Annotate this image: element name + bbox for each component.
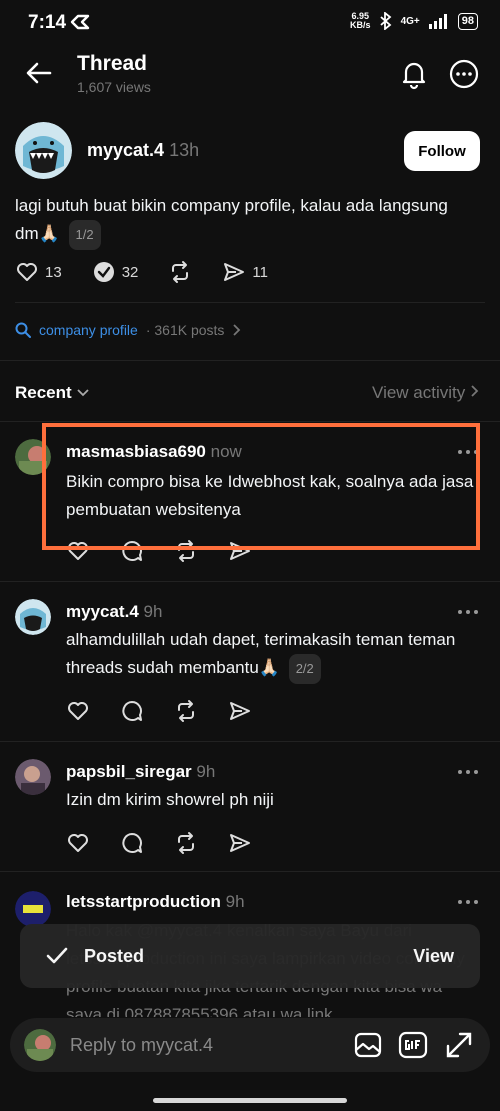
verified-reply-icon[interactable]	[92, 260, 116, 284]
gif-icon[interactable]	[398, 1030, 428, 1060]
home-indicator[interactable]	[153, 1098, 347, 1103]
comment-icon[interactable]	[120, 831, 144, 855]
op-username[interactable]: myycat.4 13h	[87, 140, 199, 161]
status-right: 6.95 KB/s 4G+ 98	[350, 12, 478, 30]
reply-action[interactable]: 32	[92, 260, 139, 284]
reply-time: 9h	[225, 892, 245, 911]
back-arrow-icon[interactable]	[24, 58, 54, 88]
expand-icon[interactable]	[444, 1030, 474, 1060]
highlight-annotation	[42, 423, 480, 550]
chevron-down-icon[interactable]	[76, 388, 90, 398]
share-action[interactable]: 11	[222, 260, 268, 284]
divider	[15, 302, 485, 303]
sort-row: Recent View activity	[15, 383, 480, 405]
share-count: 11	[252, 263, 268, 281]
repost-icon[interactable]	[174, 699, 198, 723]
page-badge: 2/2	[288, 654, 321, 684]
page-title: Thread	[77, 52, 148, 75]
view-activity-label[interactable]: View activity	[372, 383, 465, 402]
more-options-icon[interactable]	[456, 767, 480, 777]
user-avatar	[24, 1029, 56, 1061]
op-post-text: lagi butuh buat bikin company profile, k…	[15, 192, 475, 250]
reply-text: alhamdulillah udah dapet, terimakasih te…	[66, 626, 478, 684]
reply-username[interactable]: papsbil_siregar	[66, 762, 192, 781]
sort-dropdown[interactable]: Recent	[15, 383, 90, 403]
bluetooth-icon	[379, 12, 391, 30]
repost-action[interactable]	[168, 260, 192, 284]
like-count: 13	[45, 263, 62, 281]
topic-name[interactable]: company profile	[39, 322, 138, 338]
reply-user[interactable]: papsbil_siregar 9h	[66, 762, 215, 782]
check-icon	[46, 947, 68, 964]
network-type: 4G+	[400, 15, 420, 27]
reply-avatar[interactable]	[15, 599, 51, 635]
more-options-icon[interactable]	[456, 607, 480, 617]
send-icon[interactable]	[228, 699, 252, 723]
toast-view-button[interactable]: View	[413, 946, 454, 967]
status-bar: 7:14 6.95 KB/s 4G+ 98	[0, 0, 500, 46]
heart-icon[interactable]	[15, 260, 39, 284]
comment-icon[interactable]	[120, 699, 144, 723]
heart-icon[interactable]	[66, 831, 90, 855]
reply-username[interactable]: letsstartproduction	[66, 892, 221, 911]
heart-icon[interactable]	[66, 699, 90, 723]
follow-button[interactable]: Follow	[404, 131, 480, 171]
image-icon[interactable]	[353, 1030, 383, 1060]
reply-avatar[interactable]	[15, 759, 51, 795]
toast-label: Posted	[84, 946, 145, 966]
chevron-right-icon	[233, 324, 241, 336]
sort-label[interactable]: Recent	[15, 383, 72, 402]
reply-count: 32	[121, 263, 139, 281]
like-action[interactable]: 13	[15, 260, 62, 284]
net-speed: 6.95 KB/s	[350, 12, 371, 30]
repost-icon[interactable]	[168, 260, 192, 284]
topic-post-count: · 361K posts	[145, 322, 225, 338]
send-icon[interactable]	[228, 831, 252, 855]
reply-action-bar	[66, 831, 252, 855]
reply-action-bar	[66, 699, 252, 723]
op-username-text[interactable]: myycat.4	[87, 140, 164, 160]
signal-icon	[428, 14, 447, 29]
thread-header: Thread 1,607 views	[0, 46, 500, 104]
net-speed-unit: KB/s	[350, 20, 371, 30]
reply-time: 9h	[196, 762, 216, 781]
threads-notification-icon	[70, 14, 90, 30]
reply-item: myycat.4 9h alhamdulillah udah dapet, te…	[0, 581, 500, 741]
reply-text: Izin dm kirim showrel ph niji	[66, 790, 274, 809]
reply-avatar[interactable]	[15, 891, 51, 927]
chevron-right-icon[interactable]	[470, 384, 480, 398]
status-time: 7:14	[28, 12, 67, 33]
bell-icon[interactable]	[398, 58, 430, 90]
reply-user[interactable]: letsstartproduction 9h	[66, 892, 245, 912]
reply-composer	[10, 1018, 490, 1072]
search-icon	[15, 322, 31, 338]
reply-body: alhamdulillah udah dapet, terimakasih te…	[66, 630, 456, 677]
reply-input[interactable]	[70, 1018, 350, 1072]
view-count: 1,607 views	[77, 79, 151, 95]
more-options-icon[interactable]	[448, 58, 480, 90]
reply-item: papsbil_siregar 9h Izin dm kirim showrel…	[0, 741, 500, 871]
topic-link[interactable]: company profile · 361K posts	[15, 322, 242, 338]
divider	[0, 360, 500, 361]
battery-indicator: 98	[457, 12, 478, 30]
op-avatar[interactable]	[15, 122, 72, 179]
op-time: 13h	[169, 140, 200, 160]
repost-icon[interactable]	[174, 831, 198, 855]
page-badge: 1/2	[68, 220, 101, 250]
more-options-icon[interactable]	[456, 897, 480, 907]
reply-time: 9h	[143, 602, 163, 621]
reply-user[interactable]: myycat.4 9h	[66, 602, 162, 622]
posted-toast: Posted View	[20, 924, 480, 988]
reply-username[interactable]: myycat.4	[66, 602, 139, 621]
send-icon[interactable]	[222, 260, 246, 284]
op-action-bar: 13 32 11	[15, 260, 298, 284]
view-activity-link[interactable]: View activity	[372, 383, 480, 403]
